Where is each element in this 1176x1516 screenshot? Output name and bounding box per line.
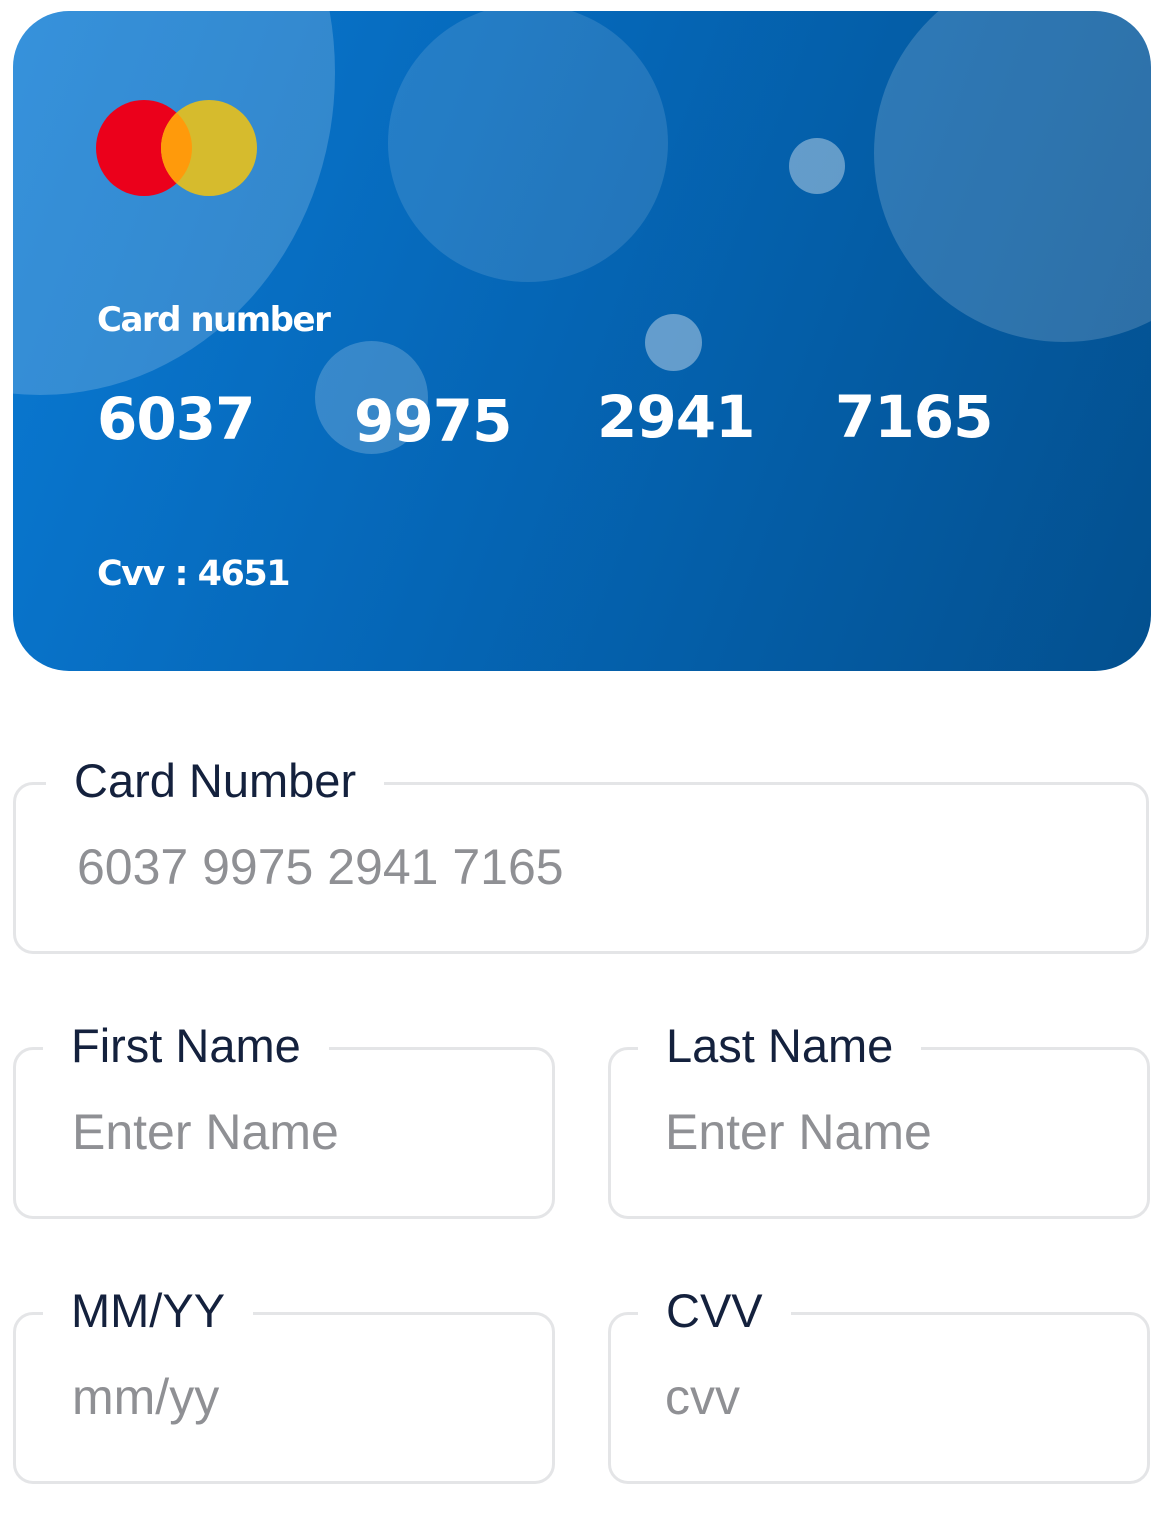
cvv-field-label: CVV [638,1281,791,1341]
card-number-group: 6037 [97,385,255,453]
mastercard-logo-icon [96,100,257,196]
card-cvv-text: Cvv : 4651 [97,554,291,594]
last-name-field-label: Last Name [638,1016,922,1076]
card-decoration-dot [789,138,845,194]
expiry-date-field: MM/YY [13,1281,555,1484]
card-number-label: Card number [97,300,331,340]
card-number-group: 9975 [354,387,512,455]
cvv-field: CVV [608,1281,1150,1484]
card-number-group: 7165 [835,383,993,451]
card-number-group: 2941 [597,383,755,451]
card-number-field: Card Number [13,751,1149,954]
card-decoration-circle [874,11,1151,342]
expiry-date-input[interactable] [72,1365,522,1429]
cvv-input[interactable] [665,1365,1117,1429]
credit-card-preview: Card number 6037 9975 2941 7165 Cvv : 46… [13,11,1151,671]
card-number-field-label: Card Number [46,751,385,811]
card-decoration-circle [388,11,668,282]
last-name-field: Last Name [608,1016,1150,1219]
last-name-input[interactable] [665,1100,1117,1164]
first-name-input[interactable] [72,1100,522,1164]
first-name-field-label: First Name [43,1016,329,1076]
card-decoration-dot [645,314,702,371]
first-name-field: First Name [13,1016,555,1219]
expiry-date-field-label: MM/YY [43,1281,254,1341]
card-number-input[interactable] [77,835,1116,899]
